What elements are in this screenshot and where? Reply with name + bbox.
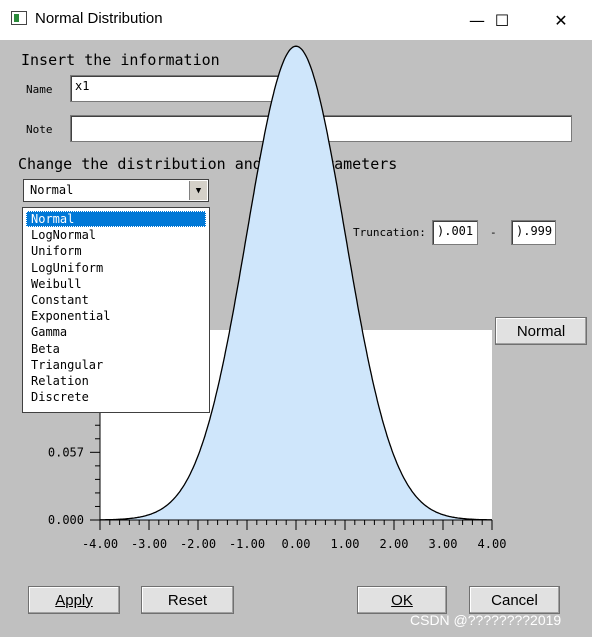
dropdown-option[interactable]: Relation: [26, 373, 206, 389]
x-tick-label: -3.00: [131, 537, 167, 551]
x-tick-label: -1.00: [229, 537, 265, 551]
y-tick-label: 0.057: [48, 445, 84, 459]
dropdown-option[interactable]: LogUniform: [26, 260, 206, 276]
cancel-button[interactable]: Cancel: [469, 586, 560, 614]
dropdown-option[interactable]: Weibull: [26, 276, 206, 292]
dropdown-option[interactable]: Triangular: [26, 357, 206, 373]
dropdown-option[interactable]: LogNormal: [26, 227, 206, 243]
dropdown-option[interactable]: Beta: [26, 341, 206, 357]
x-tick-label: 3.00: [429, 537, 458, 551]
x-tick-label: -4.00: [82, 537, 118, 551]
dropdown-option[interactable]: Gamma: [26, 324, 206, 340]
dropdown-option[interactable]: Normal: [26, 211, 206, 228]
ok-button[interactable]: OK: [357, 586, 447, 614]
x-tick-label: 1.00: [331, 537, 360, 551]
x-tick-label: 4.00: [478, 537, 507, 551]
x-tick-label: -2.00: [180, 537, 216, 551]
dropdown-option[interactable]: Uniform: [26, 243, 206, 259]
apply-button[interactable]: Apply: [28, 586, 120, 614]
reset-button[interactable]: Reset: [141, 586, 234, 614]
dropdown-option[interactable]: Constant: [26, 292, 206, 308]
watermark: CSDN @????????2019: [410, 612, 562, 628]
dropdown-option[interactable]: Exponential: [26, 308, 206, 324]
x-tick-label: 0.00: [282, 537, 311, 551]
cancel-button-label: Cancel: [491, 591, 538, 609]
distribution-dropdown-list[interactable]: Normal LogNormal Uniform LogUniform Weibull C…: [22, 207, 210, 413]
dropdown-option[interactable]: Discrete: [26, 389, 206, 405]
apply-button-label: Apply: [55, 591, 93, 609]
y-tick-label: 0.000: [48, 513, 84, 527]
x-tick-label: 2.00: [380, 537, 409, 551]
reset-button-label: Reset: [167, 591, 208, 609]
ok-button-label: OK: [391, 591, 413, 609]
